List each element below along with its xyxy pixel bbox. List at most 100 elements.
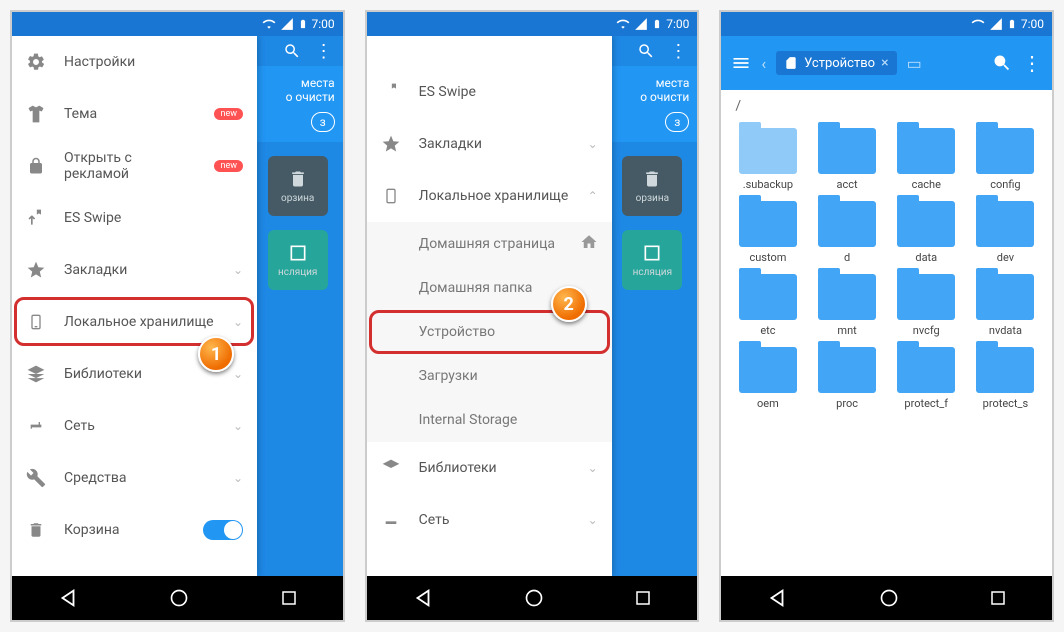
backdrop-tile-trash[interactable]: орзина bbox=[268, 156, 328, 216]
menu-item-trash[interactable]: Корзина bbox=[12, 504, 257, 556]
phone-icon bbox=[381, 186, 401, 206]
folder-item[interactable]: data bbox=[890, 201, 963, 264]
nav-back-icon[interactable] bbox=[57, 587, 79, 609]
callout-1: 1 bbox=[198, 336, 234, 372]
search-icon[interactable] bbox=[637, 42, 655, 60]
chevron-down-icon: ⌄ bbox=[233, 419, 243, 433]
hamburger-icon[interactable] bbox=[731, 53, 751, 73]
folder-label: data bbox=[915, 251, 937, 264]
menu-item-swipe[interactable]: ES Swipe bbox=[12, 192, 257, 244]
folder-item[interactable]: mnt bbox=[811, 274, 884, 337]
toggle-switch[interactable] bbox=[203, 520, 243, 540]
phone-screen-1: 7:00 ⋮ места о очисти з орзина нсляция bbox=[10, 10, 345, 622]
new-badge: new bbox=[214, 108, 243, 120]
nav-home-icon[interactable] bbox=[879, 588, 899, 608]
nav-home-icon[interactable] bbox=[524, 588, 544, 608]
nav-back-icon[interactable] bbox=[766, 587, 788, 609]
menu-label: Библиотеки bbox=[64, 366, 215, 382]
status-time: 7:00 bbox=[666, 17, 689, 31]
sub-item-downloads[interactable]: Загрузки bbox=[367, 354, 612, 398]
folder-item[interactable]: acct bbox=[811, 128, 884, 191]
chevron-down-icon: ⌄ bbox=[588, 461, 598, 475]
menu-item-libraries[interactable]: Библиотеки ⌄ bbox=[367, 442, 612, 494]
nav-recent-icon[interactable] bbox=[280, 589, 298, 607]
folder-icon bbox=[976, 201, 1034, 247]
nav-recent-icon[interactable] bbox=[989, 589, 1007, 607]
folder-grid: .subackup acct cache config customd data dev et… bbox=[721, 122, 1052, 576]
menu-label: Закладки bbox=[419, 136, 570, 152]
folder-icon bbox=[897, 347, 955, 393]
menu-item-bookmarks[interactable]: Закладки ⌄ bbox=[367, 118, 612, 170]
chevron-down-icon: ⌄ bbox=[233, 367, 243, 381]
path-chip[interactable]: Устройство × bbox=[776, 51, 896, 75]
backdrop-tile-cast[interactable]: нсляция bbox=[268, 230, 328, 290]
folder-icon bbox=[739, 347, 797, 393]
folder-label: cache bbox=[912, 178, 941, 191]
chip-prev[interactable]: ‹ bbox=[761, 54, 766, 73]
menu-item-theme[interactable]: Тема new bbox=[12, 88, 257, 140]
signal-icon bbox=[634, 17, 648, 31]
folder-item[interactable]: protect_f bbox=[890, 347, 963, 410]
folder-label: oem bbox=[757, 397, 779, 410]
menu-label: Закладки bbox=[64, 262, 215, 278]
menu-label: Корзина bbox=[64, 522, 185, 538]
folder-item[interactable]: nvcfg bbox=[890, 274, 963, 337]
menu-item-local-storage[interactable]: Локальное хранилище ⌃ bbox=[367, 170, 612, 222]
phone-icon bbox=[26, 312, 46, 332]
backdrop-tile-cast[interactable]: нсляция bbox=[622, 230, 682, 290]
folder-item[interactable]: protect_s bbox=[969, 347, 1042, 410]
menu-item-tools[interactable]: Средства ⌄ bbox=[12, 452, 257, 504]
menu-item-network[interactable]: Сеть ⌄ bbox=[367, 494, 612, 546]
window-icon[interactable]: ▭ bbox=[907, 54, 922, 73]
backdrop-card: места о очисти з bbox=[607, 66, 697, 142]
chevron-down-icon: ⌄ bbox=[233, 471, 243, 485]
folder-item[interactable]: custom bbox=[731, 201, 804, 264]
backdrop-tile-trash[interactable]: орзина bbox=[622, 156, 682, 216]
folder-icon bbox=[897, 128, 955, 174]
folder-icon bbox=[976, 128, 1034, 174]
search-icon[interactable] bbox=[283, 42, 301, 60]
app-bar: ‹ Устройство × ▭ ⋮ bbox=[721, 36, 1052, 90]
folder-item[interactable]: .subackup bbox=[731, 128, 804, 191]
router-icon bbox=[381, 510, 401, 530]
backdrop: ⋮ места о очисти з орзина нсляция bbox=[607, 36, 697, 576]
search-icon[interactable] bbox=[992, 53, 1012, 73]
folder-item[interactable]: config bbox=[969, 128, 1042, 191]
folder-item[interactable]: dev bbox=[969, 201, 1042, 264]
folder-item[interactable]: cache bbox=[890, 128, 963, 191]
menu-item-network[interactable]: Сеть ⌄ bbox=[12, 400, 257, 452]
folder-label: mnt bbox=[837, 324, 856, 337]
menu-dots-icon[interactable]: ⋮ bbox=[315, 41, 333, 62]
sub-item-internal[interactable]: Internal Storage bbox=[367, 398, 612, 442]
folder-item[interactable]: proc bbox=[811, 347, 884, 410]
folder-item[interactable]: etc bbox=[731, 274, 804, 337]
nav-bar bbox=[367, 576, 698, 620]
menu-dots-icon[interactable]: ⋮ bbox=[1022, 51, 1042, 75]
star-icon bbox=[26, 260, 46, 280]
folder-label: etc bbox=[760, 324, 775, 337]
folder-label: acct bbox=[837, 178, 858, 191]
menu-dots-icon[interactable]: ⋮ bbox=[669, 41, 687, 62]
folder-label: .subackup bbox=[743, 178, 793, 191]
nav-home-icon[interactable] bbox=[169, 588, 189, 608]
breadcrumb[interactable]: / bbox=[721, 90, 1052, 122]
battery-icon bbox=[298, 17, 308, 31]
folder-item[interactable]: oem bbox=[731, 347, 804, 410]
menu-item-settings[interactable]: Настройки bbox=[12, 36, 257, 88]
menu-item-ads[interactable]: Открыть с рекламой new bbox=[12, 140, 257, 192]
nav-back-icon[interactable] bbox=[412, 587, 434, 609]
nav-recent-icon[interactable] bbox=[634, 589, 652, 607]
sub-item-home-page[interactable]: Домашняя страница bbox=[367, 222, 612, 266]
folder-icon bbox=[976, 274, 1034, 320]
menu-label: Сеть bbox=[64, 418, 215, 434]
folder-icon bbox=[739, 201, 797, 247]
star-icon bbox=[381, 134, 401, 154]
close-icon[interactable]: × bbox=[881, 55, 888, 71]
folder-item[interactable]: d bbox=[811, 201, 884, 264]
menu-label: Настройки bbox=[64, 54, 243, 70]
folder-item[interactable]: nvdata bbox=[969, 274, 1042, 337]
menu-item-swipe[interactable]: ES Swipe bbox=[367, 66, 612, 118]
status-bar: 7:00 bbox=[367, 12, 698, 36]
stack-icon bbox=[26, 364, 46, 384]
menu-item-bookmarks[interactable]: Закладки ⌄ bbox=[12, 244, 257, 296]
